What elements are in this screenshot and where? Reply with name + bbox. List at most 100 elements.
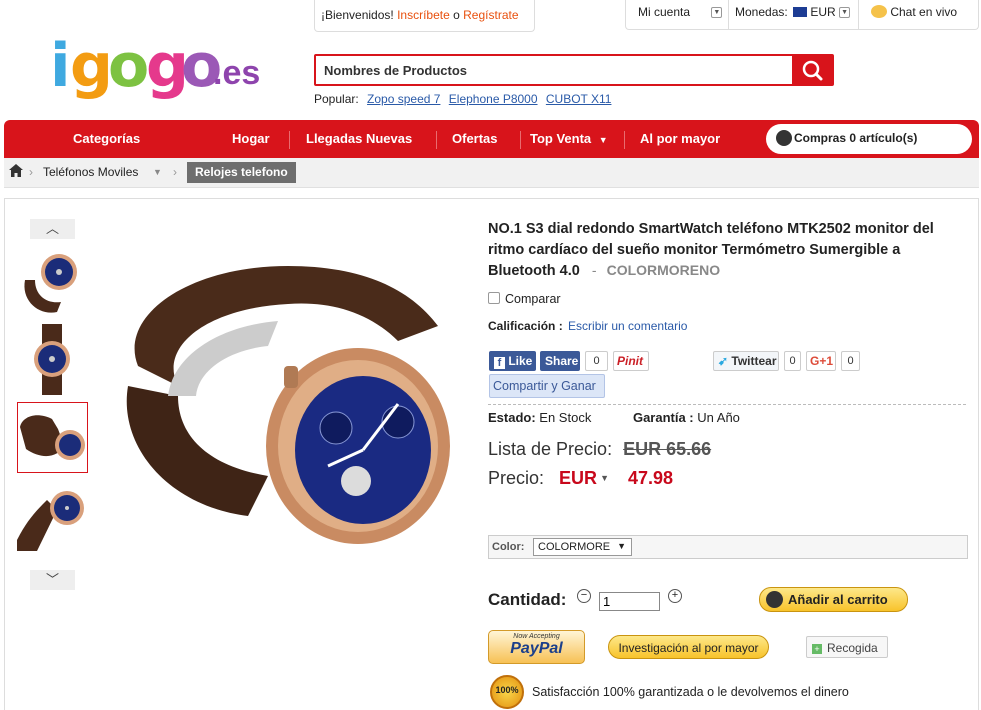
thumbs-prev-button[interactable]: ︿: [30, 219, 75, 239]
live-chat-label: Chat en vivo: [890, 5, 958, 19]
login-link[interactable]: Inscríbete: [397, 8, 450, 22]
tweet-count: 0: [784, 351, 801, 371]
chevron-down-icon: ▼: [711, 7, 723, 19]
caret-down-icon: ▼: [600, 473, 609, 483]
product-thumbnail[interactable]: [17, 480, 88, 551]
color-select[interactable]: COLORMORE ▼: [533, 538, 632, 556]
price-currency: EUR: [559, 468, 598, 488]
stock-row: Estado: En Stock Garantía : Un Año: [488, 410, 740, 425]
chat-bubble-icon: [871, 5, 887, 18]
gplus-count: 0: [841, 351, 860, 371]
nav-top-sellers[interactable]: Top Venta ▼: [530, 131, 608, 146]
write-review-link[interactable]: Escribir un comentario: [568, 319, 687, 333]
add-to-collection-button[interactable]: + Recogida: [806, 636, 888, 658]
quantity-input[interactable]: [599, 592, 660, 611]
currency-selector[interactable]: Monedas: EUR ▼: [735, 5, 851, 19]
share-and-earn-button[interactable]: Compartir y Ganar: [489, 374, 605, 398]
color-select-value: COLORMORE: [538, 541, 611, 553]
popular-link[interactable]: Elephone P8000: [449, 92, 538, 106]
nav-categories[interactable]: Categorías: [73, 131, 140, 146]
list-price-label: Lista de Precio:: [488, 439, 613, 459]
search-bar: [314, 54, 834, 86]
breadcrumb-item[interactable]: Teléfonos Moviles: [43, 165, 138, 179]
facebook-share-button[interactable]: Share: [540, 351, 580, 371]
wholesale-inquiry-button[interactable]: Investigación al por mayor: [608, 635, 769, 659]
price-value: 47.98: [628, 468, 674, 488]
product-main-image[interactable]: [108, 246, 468, 546]
google-plus-button[interactable]: G+1: [806, 351, 836, 371]
state-label: Estado:: [488, 410, 536, 425]
pinterest-pin-button[interactable]: Pinit: [613, 351, 649, 371]
compare-label: Comparar: [505, 292, 561, 306]
quantity-increase-button[interactable]: +: [668, 589, 682, 603]
top-account-bar: Mi cuenta ▼ Monedas: EUR ▼ Chat en vivo: [625, 0, 979, 30]
add-to-cart-button[interactable]: Añadir al carrito: [759, 587, 908, 612]
register-link[interactable]: Regístrate: [463, 8, 518, 22]
add-to-cart-label: Añadir al carrito: [788, 592, 888, 607]
or-text: o: [453, 8, 460, 22]
paypal-badge[interactable]: Now Accepting PayPal: [488, 630, 585, 664]
color-option-box: Color: COLORMORE ▼: [488, 535, 968, 559]
product-thumbnail[interactable]: [17, 324, 88, 395]
facebook-like-button[interactable]: f Like: [489, 351, 536, 371]
popular-link[interactable]: Zopo speed 7: [367, 92, 440, 106]
color-label: Color:: [492, 541, 525, 553]
guarantee-text: Satisfacción 100% garantizada o le devol…: [532, 685, 849, 699]
cart-icon: [766, 591, 783, 608]
currency-value: EUR: [810, 5, 836, 19]
nav-home[interactable]: Hogar: [232, 131, 270, 146]
thumbs-next-button[interactable]: ﹀: [30, 570, 75, 590]
my-account-menu[interactable]: Mi cuenta ▼: [638, 5, 723, 19]
chevron-down-icon: ﹀: [45, 572, 59, 587]
quantity-label: Cantidad:: [488, 590, 567, 609]
quantity-decrease-button[interactable]: −: [577, 589, 591, 603]
state-value: En Stock: [539, 410, 592, 425]
chevron-up-icon: ︿: [45, 221, 59, 236]
compare-checkbox[interactable]: Comparar: [488, 292, 561, 306]
caret-down-icon[interactable]: ▼: [153, 167, 162, 177]
cart-icon: [776, 130, 792, 146]
title-separator: -: [591, 262, 597, 278]
warranty-value: Un Año: [697, 410, 740, 425]
svg-text:o: o: [108, 31, 149, 101]
share-count: 0: [585, 351, 608, 371]
caret-down-icon: ▼: [598, 135, 608, 145]
search-icon: [802, 60, 823, 81]
plus-icon: +: [671, 589, 679, 601]
popular-link[interactable]: CUBOT X11: [546, 92, 612, 106]
welcome-box: ¡Bienvenidos! Inscríbete o Regístrate: [314, 0, 535, 32]
breadcrumb-current: Relojes telefono: [187, 162, 296, 183]
guarantee-badge-icon: 100%: [490, 675, 524, 709]
price-currency-selector[interactable]: EUR ▼: [559, 468, 609, 488]
cart-button[interactable]: Compras 0 artículo(s): [766, 124, 972, 154]
svg-text:i: i: [50, 31, 71, 101]
site-logo[interactable]: i g o g o .es: [48, 24, 263, 102]
home-icon[interactable]: [9, 164, 23, 180]
cart-label: Compras 0 artículo(s): [794, 131, 918, 145]
breadcrumb: › Teléfonos Moviles ▼ › Relojes telefono: [4, 158, 979, 188]
checkbox-icon: [488, 292, 500, 304]
nav-offers[interactable]: Ofertas: [452, 131, 498, 146]
search-input[interactable]: [316, 56, 786, 84]
search-button[interactable]: [792, 56, 832, 84]
chevron-down-icon: ▼: [839, 7, 851, 19]
svg-text:g: g: [70, 31, 113, 101]
breadcrumb-separator-icon: ›: [173, 165, 177, 179]
divider: [488, 404, 966, 405]
currency-label: Monedas:: [735, 5, 788, 19]
warranty-label: Garantía :: [632, 410, 694, 425]
nav-wholesale[interactable]: Al por mayor: [640, 131, 720, 146]
twitter-tweet-button[interactable]: ➹ Twittear: [713, 351, 779, 371]
minus-icon: −: [580, 589, 588, 601]
nav-new-arrivals[interactable]: Llegadas Nuevas: [306, 131, 412, 146]
product-thumbnail-selected[interactable]: [17, 402, 88, 473]
product-title: NO.1 S3 dial redondo SmartWatch teléfono…: [488, 219, 968, 282]
svg-text:.es: .es: [213, 54, 260, 92]
facebook-icon: f: [494, 357, 505, 369]
rating-label: Calificación :: [488, 319, 563, 333]
rating-row: Calificación : Escribir un comentario: [488, 319, 687, 333]
price-label: Precio:: [488, 468, 545, 488]
welcome-text: ¡Bienvenidos!: [321, 8, 394, 22]
live-chat-link[interactable]: Chat en vivo: [871, 5, 957, 19]
product-thumbnail[interactable]: [17, 246, 88, 317]
